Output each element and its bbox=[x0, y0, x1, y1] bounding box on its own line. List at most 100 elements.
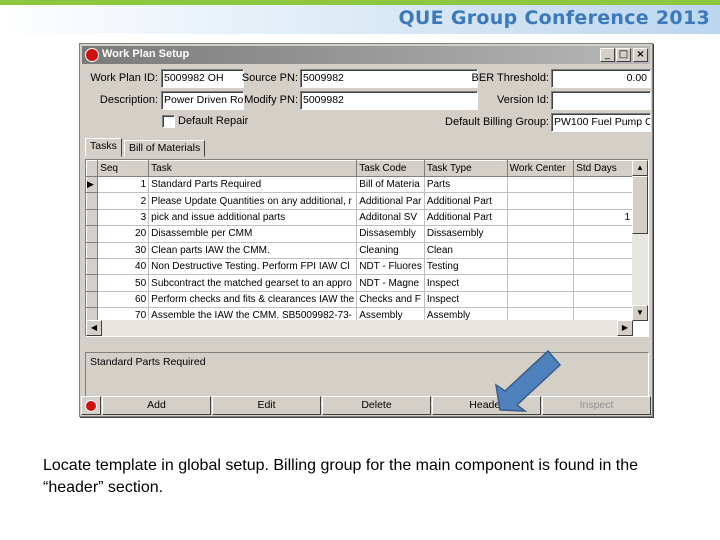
source-pn-field[interactable]: 5009982 bbox=[300, 69, 478, 88]
close-button[interactable]: × bbox=[633, 48, 648, 62]
cell-work-center[interactable] bbox=[507, 209, 575, 227]
tab-bill-of-materials[interactable]: Bill of Materials bbox=[124, 140, 206, 157]
cell-std-days[interactable] bbox=[573, 274, 633, 292]
column-header-task[interactable]: Task bbox=[148, 160, 358, 177]
row-selector[interactable] bbox=[86, 307, 99, 321]
app-menu-button[interactable] bbox=[81, 396, 101, 415]
version-id-field[interactable] bbox=[551, 91, 651, 110]
column-header-task-code[interactable]: Task Code bbox=[356, 160, 425, 177]
cell-seq[interactable]: 30 bbox=[97, 242, 150, 259]
cell-task[interactable]: Clean parts IAW the CMM. bbox=[148, 242, 358, 259]
row-selector[interactable] bbox=[86, 225, 99, 243]
cell-task[interactable]: Perform checks and fits & clearances IAW… bbox=[148, 291, 358, 309]
cell-task-type[interactable]: Inspect bbox=[424, 274, 508, 292]
cell-task[interactable]: Please Update Quantities on any addition… bbox=[148, 192, 358, 210]
column-header-task-type[interactable]: Task Type bbox=[423, 160, 508, 177]
cell-task-code[interactable]: Assembly bbox=[356, 307, 425, 321]
cell-std-days[interactable] bbox=[573, 258, 633, 276]
maximize-button[interactable]: □ bbox=[616, 48, 631, 62]
work-plan-id-field[interactable]: 5009982 OH bbox=[161, 69, 244, 88]
column-header-seq[interactable]: Seq bbox=[97, 160, 150, 177]
cell-task-code[interactable]: Additonal SV bbox=[356, 209, 425, 227]
cell-work-center[interactable] bbox=[507, 192, 575, 210]
cell-seq[interactable]: 3 bbox=[97, 209, 150, 227]
table-row[interactable]: 70 Assemble the IAW the CMM. SB5009982-7… bbox=[86, 307, 633, 321]
vertical-scroll-thumb[interactable] bbox=[632, 176, 648, 234]
cell-std-days[interactable] bbox=[573, 307, 633, 321]
cell-task-code[interactable]: Checks and F bbox=[356, 291, 425, 309]
modify-pn-field[interactable]: 5009982 bbox=[300, 91, 478, 110]
column-header-work-center[interactable]: Work Center bbox=[506, 160, 575, 177]
table-row[interactable]: 40 Non Destructive Testing. Perform FPI … bbox=[86, 257, 633, 276]
row-selector[interactable] bbox=[86, 241, 99, 259]
table-row[interactable]: 60 Perform checks and fits & clearances … bbox=[86, 290, 633, 309]
cell-work-center[interactable] bbox=[507, 307, 575, 321]
cell-std-days[interactable] bbox=[573, 242, 633, 259]
edit-button[interactable]: Edit bbox=[212, 396, 321, 415]
cell-task-type[interactable]: Additional Part bbox=[424, 209, 508, 227]
scroll-down-icon[interactable]: ▼ bbox=[632, 305, 648, 321]
cell-work-center[interactable] bbox=[507, 291, 575, 309]
row-selector[interactable] bbox=[86, 290, 99, 309]
cell-work-center[interactable] bbox=[507, 274, 575, 292]
cell-task-code[interactable]: NDT - Fluores bbox=[356, 258, 425, 276]
cell-task-type[interactable]: Additional Part bbox=[424, 192, 508, 210]
row-selector[interactable] bbox=[86, 274, 99, 292]
cell-task-type[interactable]: Inspect bbox=[424, 291, 508, 309]
table-row[interactable]: 2 Please Update Quantities on any additi… bbox=[86, 192, 633, 210]
cell-task[interactable]: Subcontract the matched gearset to an ap… bbox=[148, 274, 358, 292]
default-billing-group-field[interactable]: PW100 Fuel Pump OH bbox=[551, 113, 651, 132]
cell-task-code[interactable]: Dissasembly bbox=[356, 225, 425, 243]
table-row[interactable]: 3 pick and issue additional parts Addito… bbox=[86, 208, 633, 227]
ber-threshold-field[interactable]: 0.00 bbox=[551, 69, 651, 88]
cell-seq[interactable]: 50 bbox=[97, 274, 150, 292]
row-selector[interactable] bbox=[86, 192, 99, 210]
table-row[interactable]: 20 Disassemble per CMM Dissasembly Dissa… bbox=[86, 225, 633, 243]
cell-task[interactable]: Disassemble per CMM bbox=[148, 225, 358, 243]
cell-seq[interactable]: 20 bbox=[97, 225, 150, 243]
cell-work-center[interactable] bbox=[507, 258, 575, 276]
description-field[interactable]: Power Driven Rot bbox=[161, 91, 244, 110]
tab-tasks[interactable]: Tasks bbox=[85, 138, 122, 157]
cell-task-type[interactable]: Dissasembly bbox=[424, 225, 508, 243]
row-selector[interactable] bbox=[86, 257, 99, 276]
default-repair-checkbox[interactable] bbox=[162, 115, 175, 128]
row-selector[interactable] bbox=[86, 208, 99, 227]
cell-seq[interactable]: 40 bbox=[97, 258, 150, 276]
cell-task[interactable]: Assemble the IAW the CMM. SB5009982-73- bbox=[148, 307, 358, 321]
cell-seq[interactable]: 60 bbox=[97, 291, 150, 309]
cell-work-center[interactable] bbox=[507, 176, 575, 194]
cell-work-center[interactable] bbox=[507, 242, 575, 259]
table-row[interactable]: ▶ 1 Standard Parts Required Bill of Mate… bbox=[86, 175, 633, 194]
add-button[interactable]: Add bbox=[102, 396, 211, 415]
cell-task[interactable]: Standard Parts Required bbox=[148, 176, 358, 194]
scroll-right-icon[interactable]: ▶ bbox=[617, 320, 633, 336]
cell-std-days[interactable] bbox=[573, 192, 633, 210]
cell-task-code[interactable]: Bill of Materia bbox=[356, 176, 425, 194]
title-bar[interactable]: Work Plan Setup _ □ × bbox=[82, 46, 650, 64]
cell-seq[interactable]: 2 bbox=[97, 192, 150, 210]
cell-work-center[interactable] bbox=[507, 225, 575, 243]
column-header-std-days[interactable]: Std Days bbox=[573, 160, 633, 177]
table-row[interactable]: 50 Subcontract the matched gearset to an… bbox=[86, 274, 633, 292]
cell-seq[interactable]: 1 bbox=[97, 176, 150, 194]
minimize-button[interactable]: _ bbox=[600, 48, 615, 62]
cell-std-days[interactable] bbox=[573, 291, 633, 309]
cell-task-code[interactable]: NDT - Magne bbox=[356, 274, 425, 292]
scroll-up-icon[interactable]: ▲ bbox=[632, 160, 648, 176]
cell-std-days[interactable] bbox=[573, 176, 633, 194]
cell-task-type[interactable]: Parts bbox=[424, 176, 508, 194]
table-row[interactable]: 30 Clean parts IAW the CMM. Cleaning Cle… bbox=[86, 241, 633, 259]
cell-task-type[interactable]: Assembly bbox=[424, 307, 508, 321]
delete-button[interactable]: Delete bbox=[322, 396, 431, 415]
horizontal-scrollbar[interactable]: ◀ ▶ bbox=[86, 320, 633, 336]
row-selector[interactable]: ▶ bbox=[86, 175, 99, 194]
cell-seq[interactable]: 70 bbox=[97, 307, 150, 321]
cell-task-type[interactable]: Clean bbox=[424, 242, 508, 259]
cell-task[interactable]: Non Destructive Testing. Perform FPI IAW… bbox=[148, 258, 358, 276]
cell-task[interactable]: pick and issue additional parts bbox=[148, 209, 358, 227]
cell-task-code[interactable]: Cleaning bbox=[356, 242, 425, 259]
scroll-left-icon[interactable]: ◀ bbox=[86, 320, 102, 336]
cell-task-type[interactable]: Testing bbox=[424, 258, 508, 276]
cell-task-code[interactable]: Additional Par bbox=[356, 192, 425, 210]
